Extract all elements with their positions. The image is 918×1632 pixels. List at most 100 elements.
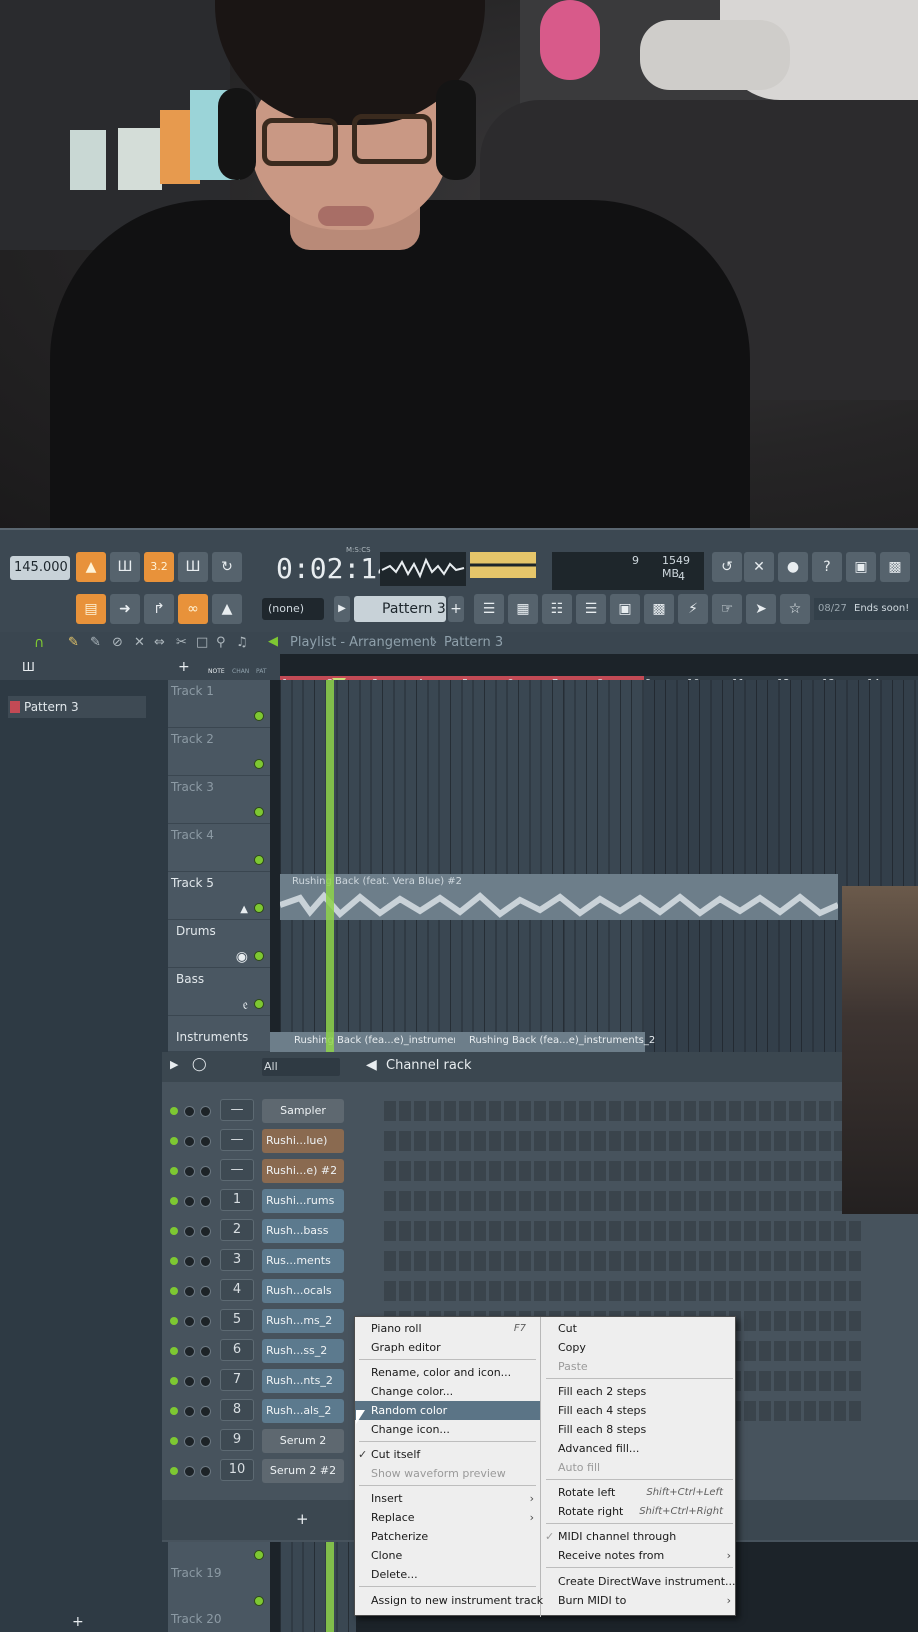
channel-number[interactable]: 5 (220, 1309, 254, 1331)
volume-knob[interactable] (200, 1256, 211, 1267)
snap-select[interactable]: (none) (262, 598, 324, 620)
channel-led[interactable] (170, 1347, 178, 1355)
volume-knob[interactable] (200, 1196, 211, 1207)
volume-knob[interactable] (200, 1106, 211, 1117)
zoom-tool-icon[interactable]: ⚲ (216, 635, 226, 650)
menu-item-change-icon[interactable]: Change icon... (355, 1420, 540, 1439)
piano-roll-icon[interactable]: ▦ (508, 594, 538, 624)
render-icon[interactable]: ▩ (880, 552, 910, 582)
playlist-icon[interactable]: ☰ (474, 594, 504, 624)
wait-input-button[interactable]: Ш (110, 552, 140, 582)
bottom-grid[interactable] (280, 1542, 356, 1632)
menu-item-cut-itself[interactable]: ✓ Cut itself (355, 1445, 540, 1464)
browser-icon[interactable]: ▣ (610, 594, 640, 624)
volume-knob[interactable] (200, 1376, 211, 1387)
channel-number[interactable]: 4 (220, 1279, 254, 1301)
rack-arrow-icon[interactable]: ▶ (170, 1058, 178, 1071)
plugin-icon[interactable]: ▩ (644, 594, 674, 624)
track-header[interactable]: Track 2 (168, 728, 270, 776)
menu-item-fill-4[interactable]: Fill each 4 steps (542, 1401, 737, 1420)
picker-add-button[interactable]: + (72, 1614, 84, 1630)
volume-knob[interactable] (200, 1226, 211, 1237)
channel-button[interactable]: Serum 2 #2 (262, 1459, 344, 1483)
track-header[interactable]: Bass 𝔢 (168, 968, 270, 1016)
step-sequencer[interactable] (384, 1281, 864, 1301)
step-sequencer[interactable] (384, 1191, 864, 1211)
channel-row[interactable]: — Rushi...e) #2 (162, 1156, 864, 1186)
channel-led[interactable] (170, 1257, 178, 1265)
add-pattern-button[interactable]: + (448, 596, 464, 622)
menu-item-copy[interactable]: Copy (542, 1338, 737, 1357)
channel-number[interactable]: 8 (220, 1399, 254, 1421)
volume-knob[interactable] (200, 1136, 211, 1147)
channel-led[interactable] (170, 1317, 178, 1325)
volume-knob[interactable] (200, 1316, 211, 1327)
track-header[interactable]: Instruments (168, 1016, 270, 1052)
menu-item-fill-2[interactable]: Fill each 2 steps (542, 1382, 737, 1401)
volume-knob[interactable] (200, 1436, 211, 1447)
menu-item-fill-8[interactable]: Fill each 8 steps (542, 1420, 737, 1439)
collapse-icon[interactable]: ▲ (240, 904, 248, 915)
volume-knob[interactable] (200, 1346, 211, 1357)
menu-item-receive-notes[interactable]: Receive notes from › (542, 1546, 737, 1565)
channel-led[interactable] (170, 1107, 178, 1115)
track-header[interactable]: Track 5 ▲ (168, 872, 270, 920)
microphone-icon[interactable]: ● (778, 552, 808, 582)
step-edit-button[interactable]: 3.2 (144, 552, 174, 582)
menu-item-graph-editor[interactable]: Graph editor (355, 1338, 540, 1357)
pan-knob[interactable] (184, 1256, 195, 1267)
pan-knob[interactable] (184, 1106, 195, 1117)
track-enable-led[interactable] (254, 759, 264, 769)
playlist-grid[interactable]: Rushing Back (feat. Vera Blue) #2 Rushin… (270, 680, 918, 1052)
pan-knob[interactable] (184, 1136, 195, 1147)
pencil-icon[interactable]: ✎ (68, 635, 79, 650)
channel-led[interactable] (170, 1437, 178, 1445)
step-sequencer[interactable] (384, 1221, 864, 1241)
step-sequencer[interactable] (384, 1161, 864, 1181)
track-header[interactable]: Track 1 (168, 680, 270, 728)
track-enable-led[interactable] (254, 903, 264, 913)
menu-item-change-color[interactable]: Change color... (355, 1382, 540, 1401)
channel-row[interactable]: 2 Rush...bass (162, 1216, 864, 1246)
channel-number[interactable]: 9 (220, 1429, 254, 1451)
channel-number[interactable]: 2 (220, 1219, 254, 1241)
pan-knob[interactable] (184, 1226, 195, 1237)
link-icon[interactable]: ∞ (178, 594, 208, 624)
menu-item-delete[interactable]: Delete... (355, 1565, 540, 1584)
track-header[interactable]: Track 3 (168, 776, 270, 824)
menu-item-clone[interactable]: Clone (355, 1546, 540, 1565)
pattern-item[interactable]: Pattern 3 (8, 696, 146, 718)
plug-icon[interactable]: ⚡ (678, 594, 708, 624)
channel-filter-select[interactable]: All (262, 1058, 340, 1076)
help-icon[interactable]: ? (812, 552, 842, 582)
pan-knob[interactable] (184, 1436, 195, 1447)
channel-led[interactable] (170, 1287, 178, 1295)
menu-item-create-directwave[interactable]: Create DirectWave instrument... (542, 1572, 737, 1591)
hat-icon[interactable]: ▲ (212, 594, 242, 624)
channel-number[interactable]: — (220, 1129, 254, 1151)
channel-button[interactable]: Sampler (262, 1099, 344, 1123)
channel-button[interactable]: Rush...nts_2 (262, 1369, 344, 1393)
channel-button[interactable]: Serum 2 (262, 1429, 344, 1453)
piano-view-button[interactable]: ▤ (76, 594, 106, 624)
channel-number[interactable]: 1 (220, 1189, 254, 1211)
menu-item-cut[interactable]: Cut (542, 1319, 737, 1338)
step-sequencer[interactable] (384, 1101, 864, 1121)
menu-item-rename[interactable]: Rename, color and icon... (355, 1363, 540, 1382)
tempo-display[interactable]: 145.000 (10, 556, 70, 580)
channel-led[interactable] (170, 1137, 178, 1145)
menu-item-insert[interactable]: Insert › (355, 1489, 540, 1508)
mute-tool-icon[interactable]: ✕ (134, 635, 145, 650)
touch-icon[interactable]: ☞ (712, 594, 742, 624)
channel-number[interactable]: 7 (220, 1369, 254, 1391)
channel-led[interactable] (170, 1407, 178, 1415)
channel-row[interactable]: 3 Rus...ments (162, 1246, 864, 1276)
brush-icon[interactable]: ✎ (90, 635, 101, 650)
arrow-button[interactable]: ➜ (110, 594, 140, 624)
channel-button[interactable]: Rus...ments (262, 1249, 344, 1273)
track-header[interactable]: Track 4 (168, 824, 270, 872)
audio-clip[interactable]: Rushing Back (feat. Vera Blue) #2 (280, 874, 838, 920)
channel-button[interactable]: Rushi...rums (262, 1189, 344, 1213)
channel-number[interactable]: 3 (220, 1249, 254, 1271)
track-enable-led[interactable] (254, 951, 264, 961)
